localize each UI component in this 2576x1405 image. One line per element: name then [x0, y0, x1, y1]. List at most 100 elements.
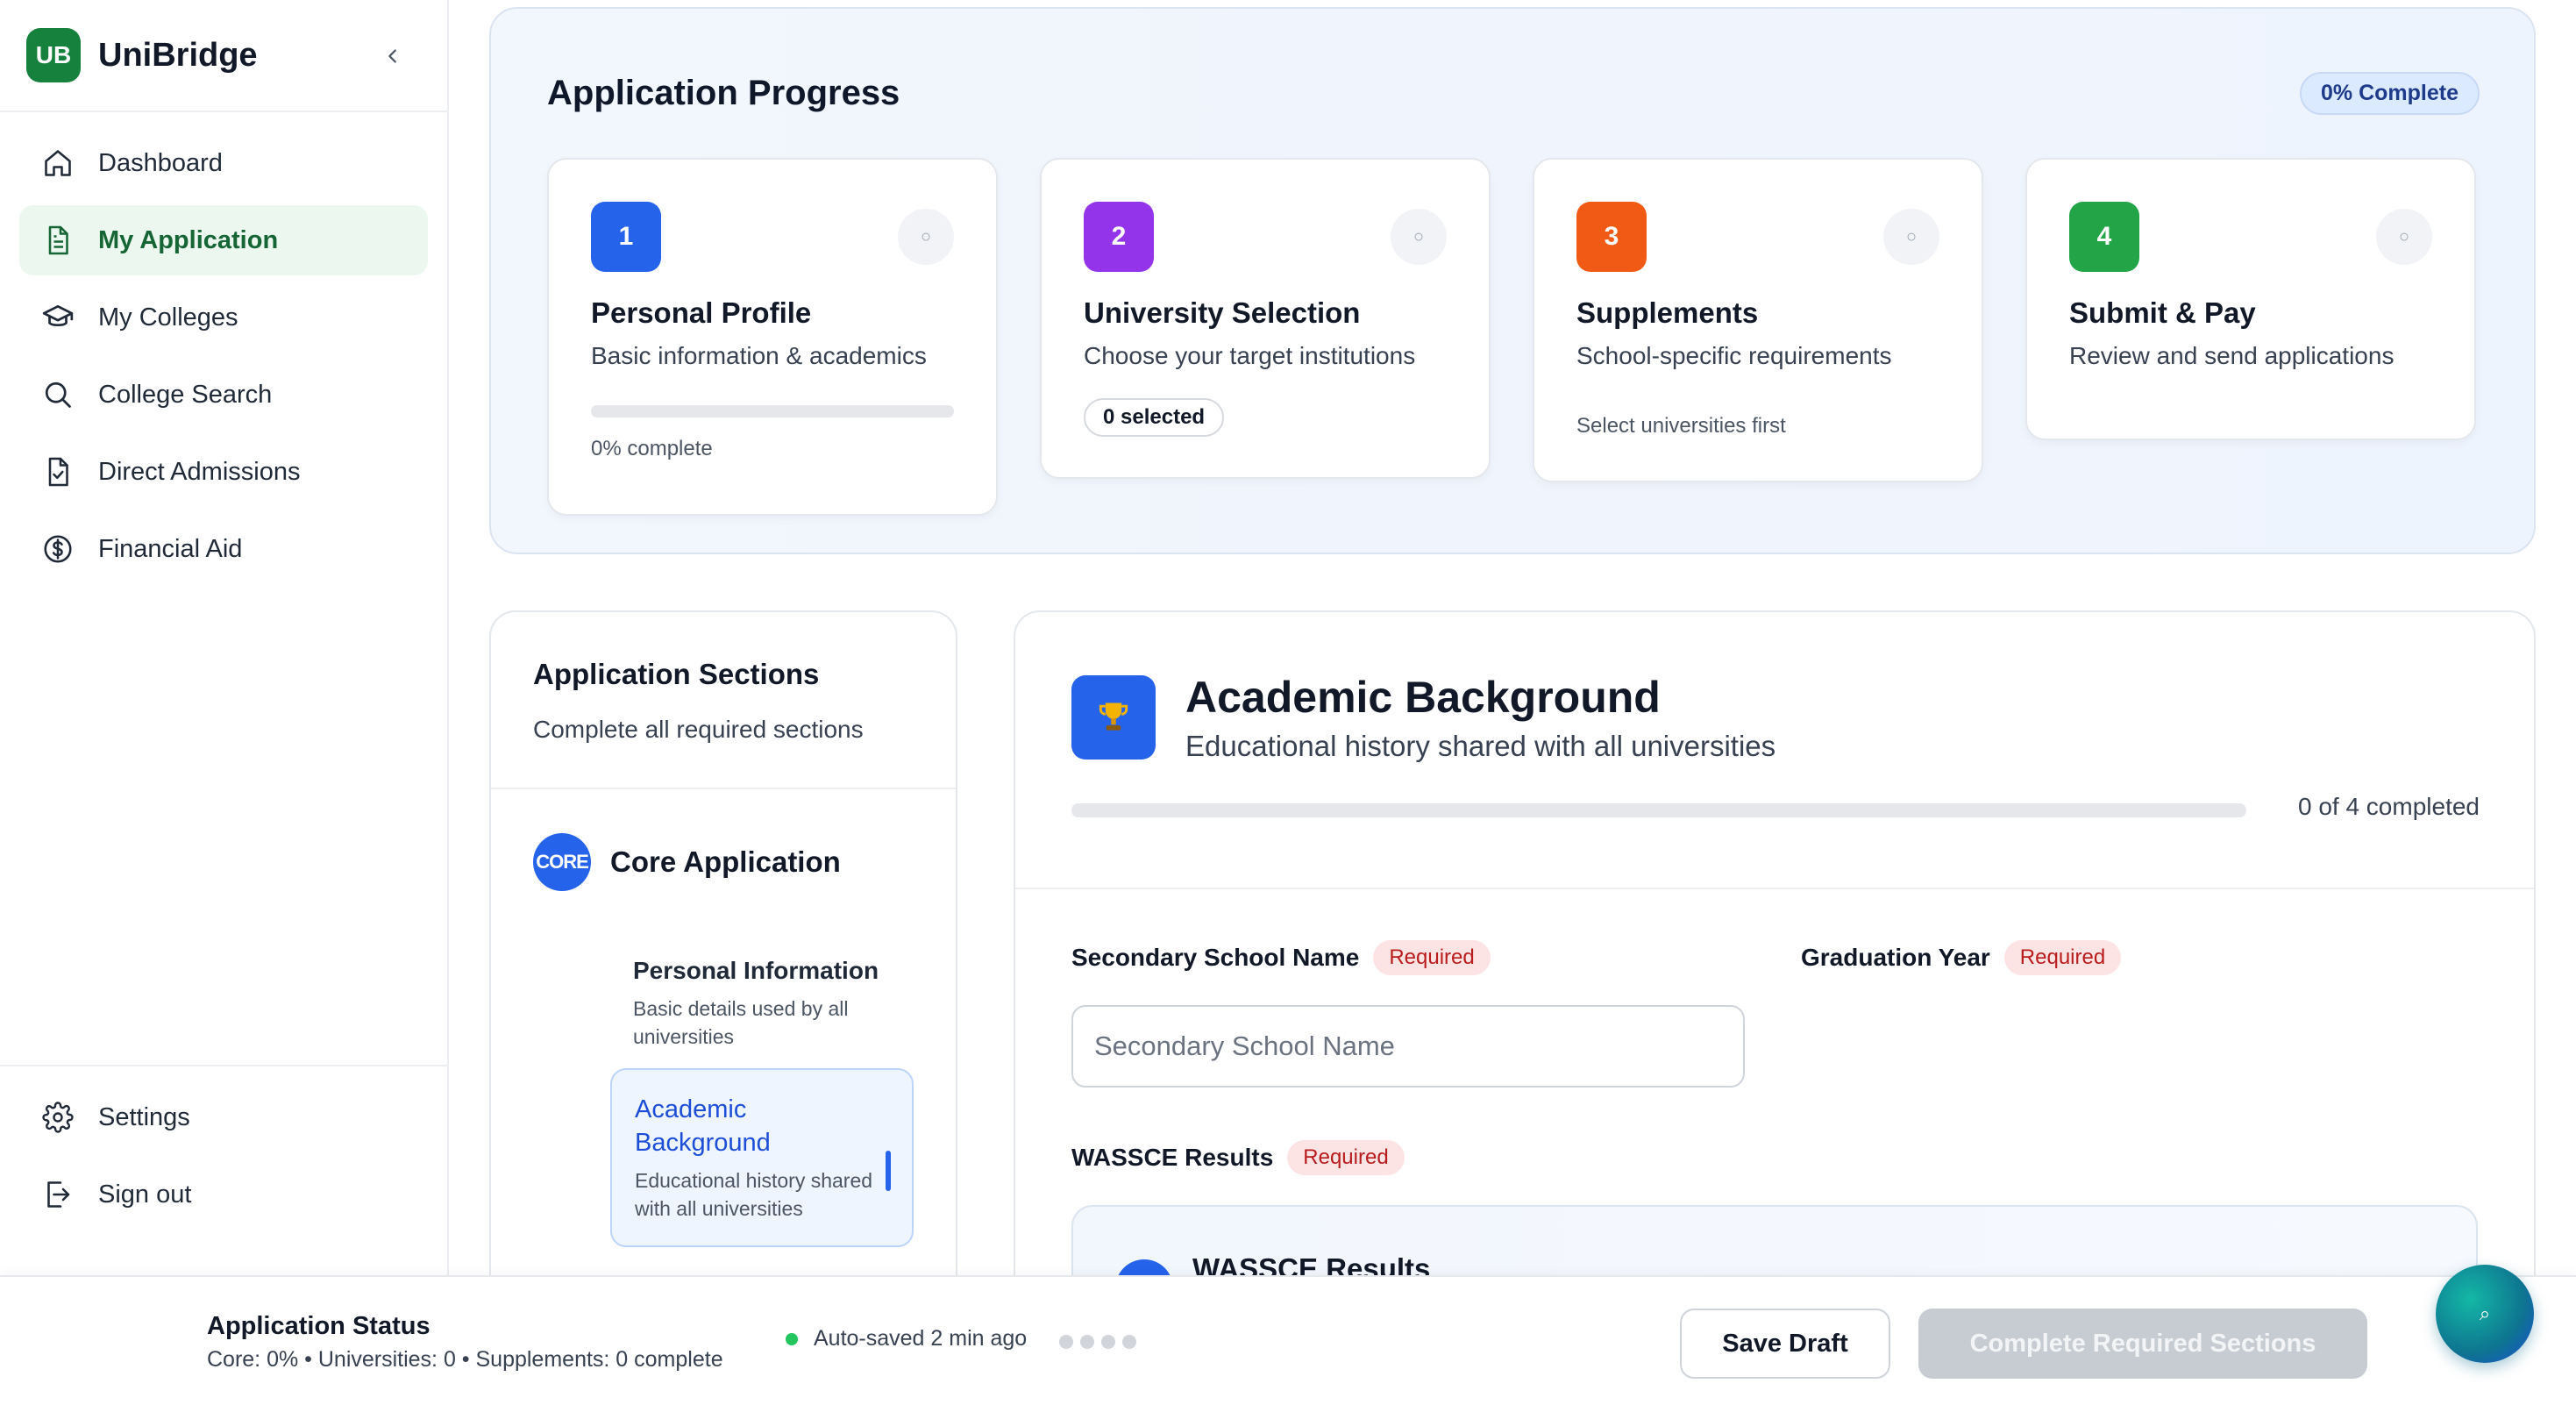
form-completed-count: 0 of 4 completed: [2297, 793, 2480, 820]
main-content: Application Progress 0% Complete 1 ○ Per…: [449, 0, 2576, 1405]
nav-item-label: College Search: [98, 380, 273, 409]
step-dots: [1059, 1335, 1143, 1349]
progress-percent-badge: 0% Complete: [2300, 72, 2480, 115]
step-dot: [1122, 1335, 1136, 1349]
step-title: University Selection: [1084, 296, 1361, 329]
save-draft-button[interactable]: Save Draft: [1680, 1309, 1890, 1379]
graduation-year-label: Graduation Year Required: [1801, 940, 2122, 975]
sections-header: Application Sections Complete all requir…: [491, 612, 956, 789]
required-badge: Required: [2003, 940, 2122, 975]
status-summary: Core: 0% • Universities: 0 • Supplements…: [207, 1347, 723, 1372]
application-progress-panel: Application Progress 0% Complete 1 ○ Per…: [489, 7, 2536, 554]
gear-icon: [40, 1100, 75, 1135]
saved-status-dot: [786, 1332, 798, 1345]
nav-item-sign-out[interactable]: Sign out: [19, 1159, 428, 1230]
section-item-description: Basic details used by all universities: [633, 997, 849, 1048]
step-title: Submit & Pay: [2069, 296, 2256, 329]
trophy-icon: [1071, 675, 1156, 760]
step-card-personal-profile[interactable]: 1 ○ Personal Profile Basic information &…: [547, 158, 998, 516]
chevron-left-icon: [388, 49, 396, 63]
nav-item-label: Financial Aid: [98, 534, 243, 563]
form-title: Academic Background: [1185, 673, 1661, 722]
home-icon: [40, 146, 75, 181]
step-dot: [1080, 1335, 1094, 1349]
form-subtitle: Educational history shared with all univ…: [1185, 730, 1776, 762]
complete-required-sections-button[interactable]: Complete Required Sections: [1918, 1309, 2367, 1379]
main-nav: Dashboard My Application My Colleges Col…: [0, 112, 447, 607]
autosave-text: Auto-saved 2 min ago: [814, 1326, 1028, 1351]
status-title: Application Status: [207, 1312, 431, 1340]
step-description: Choose your target institutions: [1084, 342, 1416, 369]
nav-item-financial-aid[interactable]: Financial Aid: [19, 514, 428, 584]
core-application-group[interactable]: CORE Core Application: [533, 833, 841, 891]
nav-item-my-colleges[interactable]: My Colleges: [19, 282, 428, 353]
nav-item-label: My Application: [98, 225, 279, 254]
nav-item-dashboard[interactable]: Dashboard: [19, 128, 428, 198]
school-name-input[interactable]: [1071, 1005, 1745, 1088]
step-description: Review and send applications: [2069, 342, 2395, 369]
step-progress-bar: [591, 405, 954, 417]
nav-item-college-search[interactable]: College Search: [19, 360, 428, 430]
nav-item-label: Sign out: [98, 1180, 192, 1209]
section-item-academic-background[interactable]: Academic Background Educational history …: [610, 1068, 914, 1247]
collapse-sidebar-button[interactable]: [375, 39, 410, 74]
search-icon: [40, 377, 75, 412]
brand-name[interactable]: UniBridge: [98, 37, 258, 75]
nav-item-my-application[interactable]: My Application: [19, 205, 428, 275]
nav-item-label: Settings: [98, 1102, 190, 1131]
brand: UB UniBridge: [0, 0, 447, 112]
assistant-button[interactable]: ⌕: [2436, 1265, 2534, 1363]
step-number: 1: [591, 202, 661, 272]
step-status-icon: ○: [1883, 209, 1939, 265]
step-dot: [1101, 1335, 1115, 1349]
form-progress-bar: [1071, 803, 2246, 817]
step-description: Basic information & academics: [591, 342, 927, 369]
nav-item-label: My Colleges: [98, 303, 238, 332]
core-badge: CORE: [533, 833, 591, 891]
divider: [1015, 888, 2534, 889]
wassce-results-label-text: WASSCE Results: [1071, 1144, 1274, 1171]
selected-count-badge: 0 selected: [1084, 398, 1225, 437]
step-card-submit-pay[interactable]: 4 ○ Submit & Pay Review and send applica…: [2025, 158, 2476, 440]
section-item-personal-information[interactable]: Personal Information Basic details used …: [610, 954, 914, 1051]
graduation-cap-icon: [40, 300, 75, 335]
file-check-icon: [40, 454, 75, 489]
nav-item-label: Direct Admissions: [98, 457, 301, 486]
nav-item-label: Dashboard: [98, 148, 223, 177]
required-badge: Required: [1373, 940, 1491, 975]
step-progress-text: 0% complete: [591, 437, 713, 460]
brand-logo[interactable]: UB: [26, 28, 81, 82]
core-application-label: Core Application: [610, 845, 841, 878]
status-footer: Application Status Core: 0% • Universiti…: [0, 1275, 2576, 1405]
step-number: 4: [2069, 202, 2139, 272]
nav-item-direct-admissions[interactable]: Direct Admissions: [19, 437, 428, 507]
step-status-icon: ○: [2376, 209, 2432, 265]
nav-item-settings[interactable]: Settings: [19, 1082, 428, 1152]
sidebar-footer-nav: Settings Sign out: [0, 1065, 447, 1252]
sections-title: Application Sections: [533, 658, 820, 690]
required-badge: Required: [1287, 1140, 1405, 1175]
school-name-label-text: Secondary School Name: [1071, 944, 1360, 971]
section-item-title: Academic Background: [635, 1095, 771, 1157]
step-number: 2: [1084, 202, 1154, 272]
chat-icon: ⌕: [2479, 1302, 2491, 1324]
sidebar: UB UniBridge Dashboard My Application My…: [0, 0, 449, 1405]
autosave-indicator: Auto-saved 2 min ago: [786, 1326, 1027, 1352]
active-indicator: [886, 1151, 891, 1191]
document-icon: [40, 223, 75, 258]
step-card-supplements[interactable]: 3 ○ Supplements School-specific requirem…: [1533, 158, 1983, 482]
step-card-university-selection[interactable]: 2 ○ University Selection Choose your tar…: [1040, 158, 1491, 479]
dollar-icon: [40, 531, 75, 567]
step-dot: [1059, 1335, 1073, 1349]
sign-out-icon: [40, 1177, 75, 1212]
progress-title: Application Progress: [547, 74, 900, 112]
school-name-label: Secondary School Name Required: [1071, 940, 1491, 975]
step-title: Personal Profile: [591, 296, 812, 329]
section-item-description: Educational history shared with all univ…: [635, 1169, 873, 1220]
wassce-results-label: WASSCE Results Required: [1071, 1140, 1405, 1175]
section-item-title: Personal Information: [633, 957, 879, 984]
step-note: Select universities first: [1576, 414, 1786, 438]
step-description: School-specific requirements: [1576, 342, 1892, 369]
graduation-year-label-text: Graduation Year: [1801, 944, 1990, 971]
sections-subtitle: Complete all required sections: [533, 716, 864, 743]
